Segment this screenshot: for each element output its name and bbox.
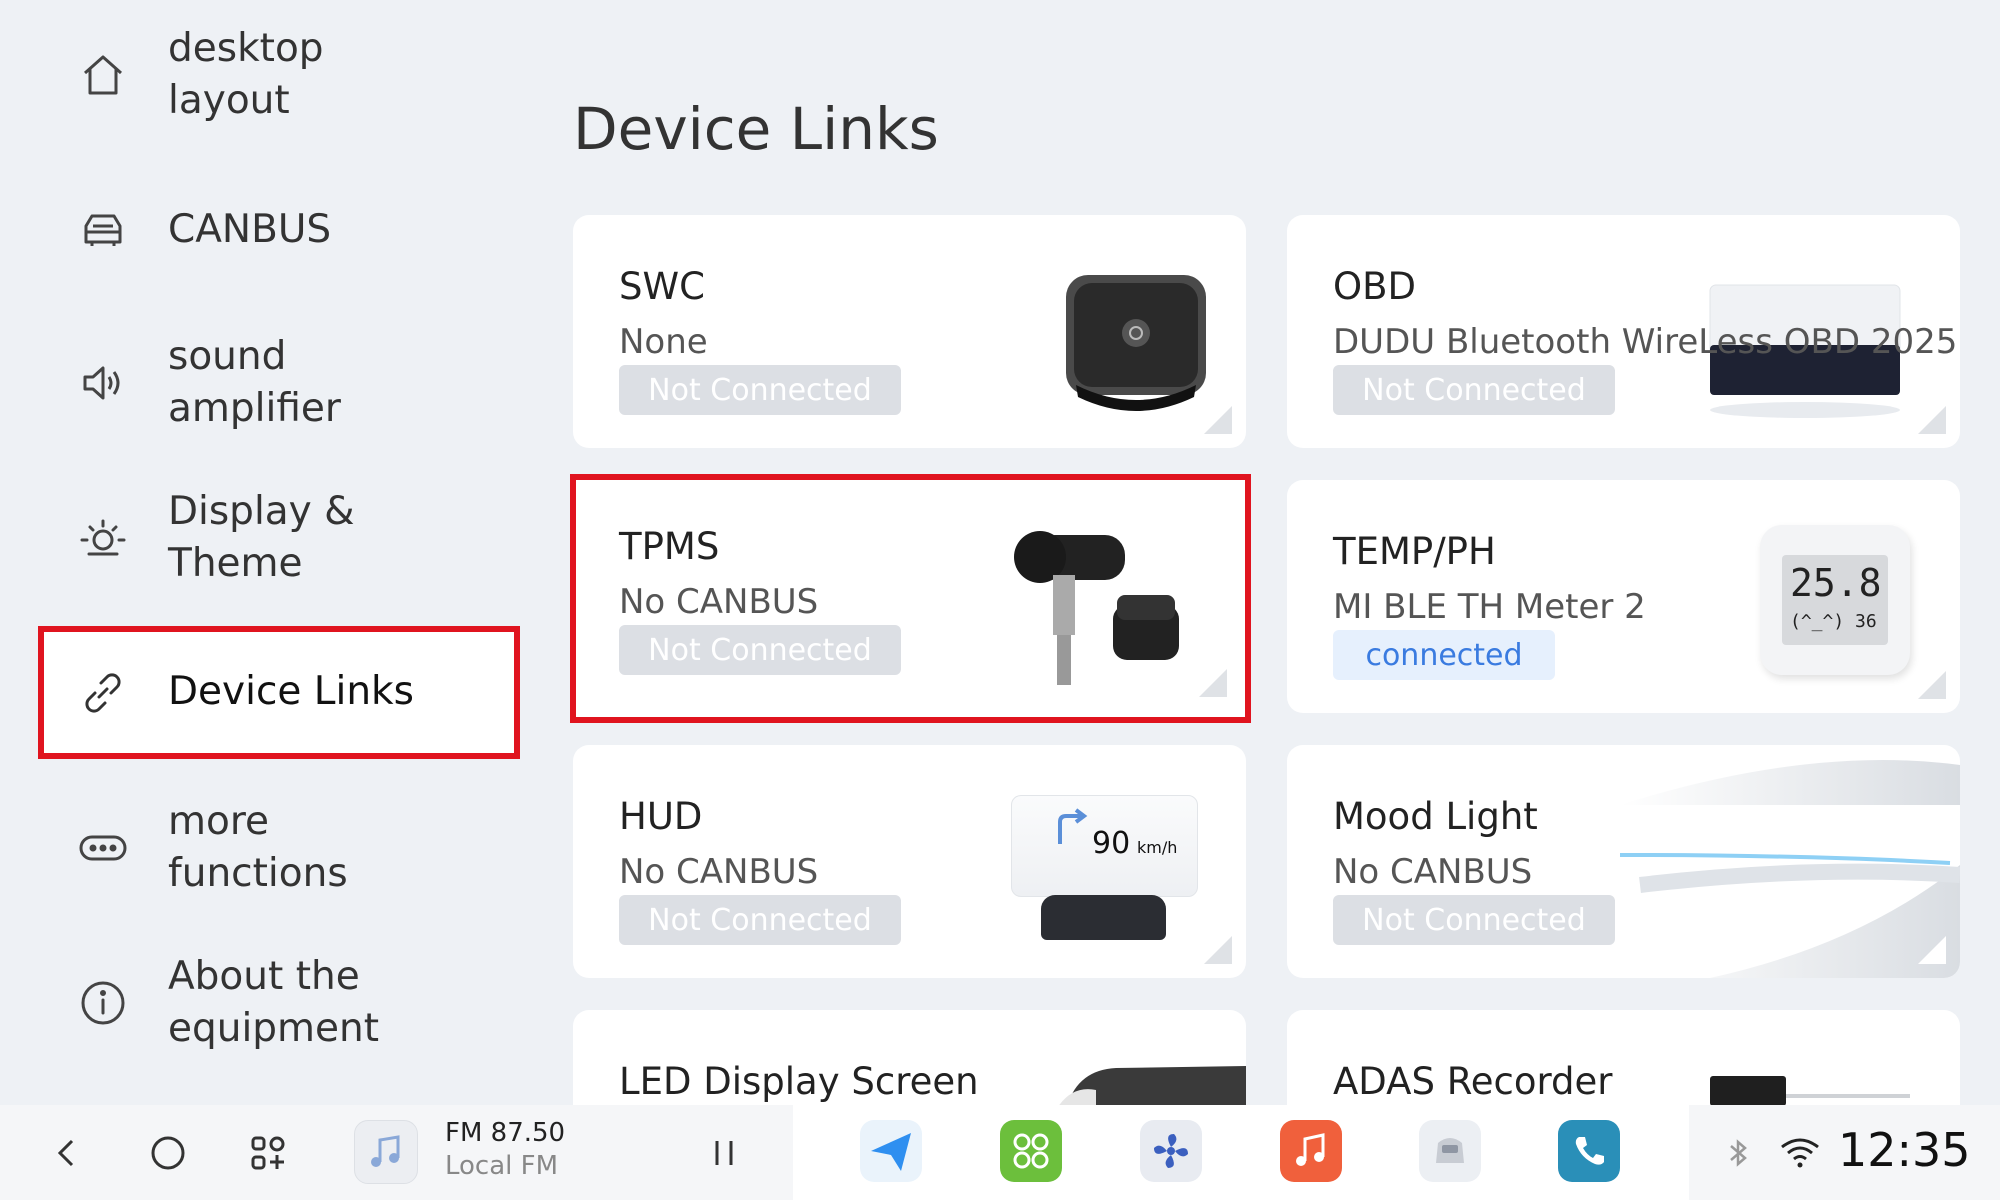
led-screen-icon (1059, 1066, 1246, 1105)
sidebar-item-label: more functions (168, 799, 348, 896)
music-app-button[interactable] (1280, 1120, 1342, 1182)
status-badge: Not Connected (1333, 895, 1615, 945)
temperature-readout: 25.8 (1790, 561, 1882, 605)
sun-icon (75, 510, 131, 566)
paper-plane-icon (871, 1133, 911, 1171)
sidebar-item-desktop-layout[interactable]: desktop layout (40, 15, 520, 135)
resize-corner-icon (1918, 671, 1946, 699)
hud-unit: km/h (1137, 838, 1178, 857)
taskbar: FM 87.50 Local FM 12:35 (0, 1105, 2000, 1200)
card-subtitle: No CANBUS (619, 852, 819, 892)
home-icon (75, 47, 131, 103)
humidity-readout: (^_^) 36 (1790, 611, 1877, 632)
pause-button[interactable] (698, 1127, 750, 1179)
car-app-button[interactable] (1419, 1120, 1481, 1182)
card-title: OBD (1333, 265, 1416, 308)
clock: 12:35 (1838, 1123, 1971, 1177)
card-subtitle: No CANBUS (1333, 852, 1533, 892)
fm-frequency: FM 87.50 (445, 1118, 566, 1148)
card-title: TPMS (619, 525, 720, 568)
card-title: SWC (619, 265, 705, 308)
sidebar-item-label: About the equipment (168, 954, 380, 1051)
turn-arrow-icon (1058, 808, 1088, 844)
status-badge: Not Connected (619, 625, 901, 675)
resize-corner-icon (1918, 936, 1946, 964)
device-card-tpms[interactable]: TPMS No CANBUS Not Connected (570, 474, 1251, 723)
music-note-icon (371, 1135, 400, 1167)
fm-station-name: Local FM (445, 1151, 559, 1181)
status-badge: connected (1333, 630, 1555, 680)
resize-corner-icon (1918, 406, 1946, 434)
resize-corner-icon (1204, 936, 1232, 964)
card-subtitle: No CANBUS (619, 582, 819, 622)
thermometer-display-icon: 25.8 (^_^) 36 (1760, 525, 1910, 675)
back-button[interactable] (42, 1127, 94, 1179)
status-badge: Not Connected (619, 895, 901, 945)
card-title: TEMP/PH (1333, 530, 1496, 573)
sidebar: desktop layout CANBUS sound amplifier Di… (0, 0, 540, 1105)
apps-grid-icon (251, 1136, 285, 1170)
car-settings-icon (1436, 1138, 1464, 1163)
phone-icon (1575, 1137, 1604, 1165)
card-title: Mood Light (1333, 795, 1538, 838)
device-card-adas-recorder[interactable]: ADAS Recorder (1287, 1010, 1960, 1105)
navigation-app-button[interactable] (860, 1120, 922, 1182)
sidebar-item-label: Device Links (168, 669, 414, 714)
sidebar-item-about-equipment[interactable]: About the equipment (40, 945, 520, 1060)
apps-store-button[interactable] (1000, 1120, 1062, 1182)
sidebar-item-sound-amplifier[interactable]: sound amplifier (40, 325, 520, 440)
sidebar-item-device-links[interactable]: Device Links (38, 626, 520, 759)
wifi-icon (1774, 1127, 1826, 1179)
car-icon (75, 202, 131, 258)
music-icon (1296, 1133, 1325, 1166)
radio-app-button[interactable] (354, 1120, 418, 1184)
ambient-light-icon (1619, 760, 1960, 978)
sidebar-item-label: Display & Theme (168, 489, 355, 586)
sidebar-item-more-functions[interactable]: more functions (40, 790, 520, 905)
hud-speed: 90 (1092, 826, 1131, 861)
sidebar-item-canbus[interactable]: CANBUS (40, 195, 520, 265)
link-icon (75, 665, 131, 721)
sidebar-item-label: desktop layout (168, 26, 324, 123)
info-icon (75, 975, 131, 1031)
sidebar-item-label: sound amplifier (168, 334, 341, 431)
apps-button[interactable] (242, 1127, 294, 1179)
card-title: ADAS Recorder (1333, 1060, 1613, 1103)
apps-circles-icon (1013, 1133, 1049, 1169)
device-card-hud[interactable]: HUD No CANBUS Not Connected 90 km/h (573, 745, 1246, 978)
speaker-icon (75, 355, 131, 411)
fan-app-button[interactable] (1140, 1120, 1202, 1182)
status-badge: Not Connected (619, 365, 901, 415)
resize-corner-icon (1204, 406, 1232, 434)
device-card-obd[interactable]: OBD DUDU Bluetooth WireLess OBD 2025 Not… (1287, 215, 1960, 448)
home-circle-icon (151, 1136, 185, 1170)
device-card-swc[interactable]: SWC None Not Connected (573, 215, 1246, 448)
card-title: HUD (619, 795, 703, 838)
phone-app-button[interactable] (1558, 1120, 1620, 1182)
steering-wheel-controller-icon (1066, 275, 1206, 411)
tire-sensor-icon (1014, 531, 1179, 685)
pause-icon (715, 1141, 733, 1165)
device-card-mood-light[interactable]: Mood Light No CANBUS Not Connected (1287, 745, 1960, 978)
dock (793, 1105, 1689, 1200)
device-card-led-display[interactable]: LED Display Screen (573, 1010, 1246, 1105)
card-subtitle: DUDU Bluetooth WireLess OBD 2025 (1333, 322, 1958, 362)
bluetooth-icon (1712, 1127, 1764, 1179)
sidebar-item-label: CANBUS (168, 207, 332, 252)
resize-corner-icon (1199, 669, 1227, 697)
more-icon (75, 820, 131, 876)
page-title: Device Links (573, 95, 939, 163)
fan-icon (1154, 1134, 1188, 1168)
home-button[interactable] (142, 1127, 194, 1179)
card-subtitle: None (619, 322, 708, 362)
back-icon (57, 1139, 74, 1167)
hud-display-icon: 90 km/h (1006, 795, 1201, 945)
device-card-temp-ph[interactable]: TEMP/PH MI BLE TH Meter 2 connected 25.8… (1287, 480, 1960, 713)
card-title: LED Display Screen (619, 1060, 979, 1103)
dashcam-icon (1710, 1076, 1910, 1105)
status-badge: Not Connected (1333, 365, 1615, 415)
card-subtitle: MI BLE TH Meter 2 (1333, 587, 1646, 627)
sidebar-item-display-theme[interactable]: Display & Theme (40, 480, 520, 595)
